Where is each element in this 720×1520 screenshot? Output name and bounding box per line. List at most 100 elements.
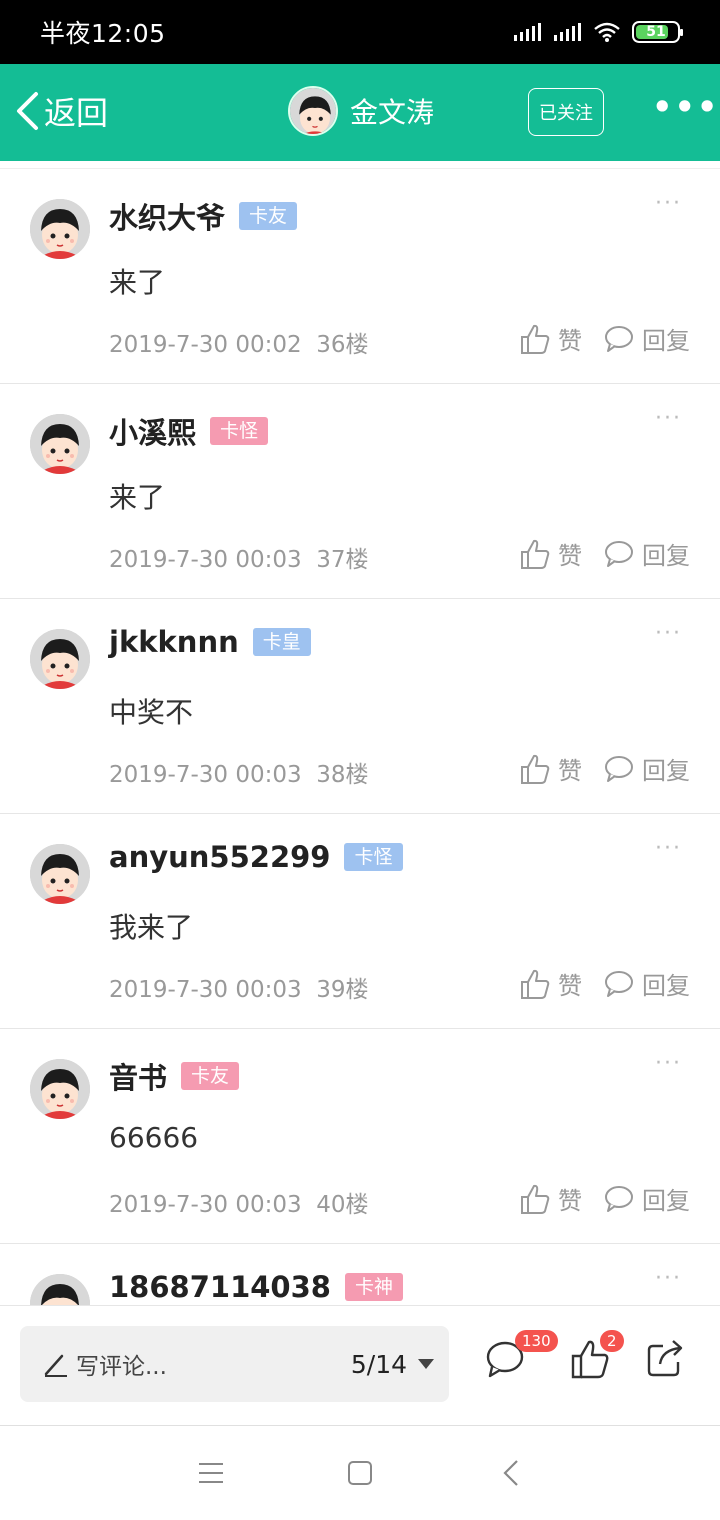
comment-more-icon[interactable]: ···	[655, 406, 682, 431]
user-avatar[interactable]	[30, 629, 90, 689]
reply-label: 回复	[642, 327, 690, 355]
chat-bubble-icon	[605, 970, 633, 997]
like-button[interactable]: 赞	[520, 321, 582, 356]
comment-item: 音书 卡友 ··· 66666 2019-7-30 00:03 40楼 赞 回复	[0, 1029, 720, 1244]
thumbs-up-icon	[521, 969, 550, 999]
user-name[interactable]: anyun552299	[109, 840, 330, 874]
comment-actions: 赞 回复	[520, 536, 690, 571]
follow-button[interactable]: 已关注	[528, 88, 604, 136]
caret-down-icon[interactable]	[417, 1358, 435, 1370]
reply-button[interactable]: 回复	[604, 751, 690, 786]
like-button[interactable]: 赞	[520, 536, 582, 571]
user-level-badge: 卡神	[344, 1273, 403, 1301]
reply-button[interactable]: 回复	[604, 321, 690, 356]
user-name-row: anyun552299 卡怪	[109, 840, 403, 874]
like-button[interactable]: 赞	[520, 751, 582, 786]
comment-list: 水织大爷 卡友 ··· 来了 2019-7-30 00:02 36楼 赞 回复	[0, 168, 720, 1305]
comment-more-icon[interactable]: ···	[655, 621, 682, 646]
share-button[interactable]	[646, 1338, 688, 1380]
comment-time: 2019-7-30 00:03	[109, 762, 302, 788]
write-comment-input[interactable]: 写评论... 5/14	[20, 1326, 449, 1402]
status-icons: 51	[514, 21, 683, 43]
comment-floor: 36楼	[316, 332, 369, 358]
user-name-row: 18687114038 卡神	[109, 1270, 403, 1304]
comment-actions: 赞 回复	[520, 321, 690, 356]
user-avatar[interactable]	[30, 844, 90, 904]
user-level-badge: 卡友	[239, 202, 298, 230]
thumbs-up-icon	[521, 324, 550, 354]
user-avatar[interactable]	[30, 199, 90, 259]
pencil-icon	[44, 1354, 67, 1377]
bottom-action-bar: 写评论... 5/14 130 2	[0, 1305, 720, 1425]
signal-icon-2	[554, 23, 581, 41]
comment-text: 来了	[109, 266, 166, 299]
comment-floor: 37楼	[316, 547, 369, 573]
page-indicator[interactable]: 5/14	[351, 1350, 407, 1379]
comment-meta: 2019-7-30 00:03 40楼	[109, 1185, 369, 1219]
comment-more-icon[interactable]: ···	[655, 1266, 682, 1291]
like-label: 赞	[558, 757, 582, 785]
comment-actions: 赞 回复	[520, 1181, 690, 1216]
user-level-badge: 卡皇	[252, 628, 311, 656]
thumbs-up-icon	[521, 539, 550, 569]
home-icon[interactable]	[347, 1460, 373, 1486]
comment-more-icon[interactable]: ···	[655, 836, 682, 861]
like-label: 赞	[558, 972, 582, 1000]
like-label: 赞	[558, 327, 582, 355]
back-button[interactable]: 返回	[14, 88, 108, 134]
user-name[interactable]: 小溪熙	[109, 410, 196, 452]
comment-text: 来了	[109, 481, 166, 514]
comment-time: 2019-7-30 00:03	[109, 977, 302, 1003]
author-header[interactable]: 金文涛	[288, 86, 434, 136]
user-avatar[interactable]	[30, 1059, 90, 1119]
comment-floor: 38楼	[316, 762, 369, 788]
comment-item: 18687114038 卡神 ··· 赞 回复	[0, 1244, 720, 1305]
reply-button[interactable]: 回复	[604, 1181, 690, 1216]
comment-text: 我来了	[109, 911, 194, 944]
author-name: 金文涛	[350, 96, 435, 129]
like-button[interactable]: 赞	[520, 966, 582, 1001]
comment-time: 2019-7-30 00:03	[109, 547, 302, 573]
comment-actions: 赞 回复	[520, 751, 690, 786]
battery-icon: 51	[632, 21, 683, 43]
chat-bubble-icon	[605, 325, 633, 352]
battery-level: 51	[646, 24, 666, 40]
chevron-left-icon	[17, 92, 38, 130]
reply-label: 回复	[642, 972, 690, 1000]
user-avatar[interactable]	[30, 1274, 90, 1305]
comment-text: 66666	[109, 1121, 199, 1154]
user-avatar[interactable]	[30, 414, 90, 474]
user-name[interactable]: jkkknnn	[109, 625, 239, 659]
comment-floor: 40楼	[316, 1192, 369, 1218]
user-name-row: 水织大爷 卡友	[109, 195, 298, 237]
like-button[interactable]: 赞	[520, 1181, 582, 1216]
comment-item: anyun552299 卡怪 ··· 我来了 2019-7-30 00:03 3…	[0, 814, 720, 1029]
status-time: 半夜12:05	[40, 19, 166, 48]
comment-more-icon[interactable]: ···	[655, 1051, 682, 1076]
comment-meta: 2019-7-30 00:03 39楼	[109, 970, 369, 1004]
user-name-row: 音书 卡友	[109, 1055, 240, 1097]
user-name[interactable]: 音书	[109, 1055, 167, 1097]
comment-more-icon[interactable]: ···	[655, 191, 682, 216]
chat-bubble-icon	[605, 755, 633, 782]
author-avatar[interactable]	[288, 86, 338, 136]
comment-time: 2019-7-30 00:02	[109, 332, 302, 358]
user-name[interactable]: 水织大爷	[109, 195, 225, 237]
user-name[interactable]: 18687114038	[109, 1270, 331, 1304]
comment-item: jkkknnn 卡皇 ··· 中奖不 2019-7-30 00:03 38楼 赞…	[0, 599, 720, 814]
back-nav-icon[interactable]	[502, 1459, 520, 1487]
more-menu-icon[interactable]: •••	[652, 88, 719, 126]
comment-text: 中奖不	[109, 696, 194, 729]
comment-count-badge: 130	[515, 1330, 558, 1352]
comment-floor: 39楼	[316, 977, 369, 1003]
reply-button[interactable]: 回复	[604, 966, 690, 1001]
reply-button[interactable]: 回复	[604, 536, 690, 571]
menu-icon[interactable]	[198, 1462, 224, 1484]
thumbs-up-icon	[521, 1184, 550, 1214]
top-nav-bar: 返回 金文涛 已关注 •••	[0, 64, 720, 161]
user-level-badge: 卡友	[181, 1062, 240, 1090]
comment-item: 小溪熙 卡怪 ··· 来了 2019-7-30 00:03 37楼 赞 回复	[0, 384, 720, 599]
system-nav-bar	[0, 1425, 720, 1520]
reply-label: 回复	[642, 542, 690, 570]
status-bar: 半夜12:05 51	[0, 0, 720, 64]
